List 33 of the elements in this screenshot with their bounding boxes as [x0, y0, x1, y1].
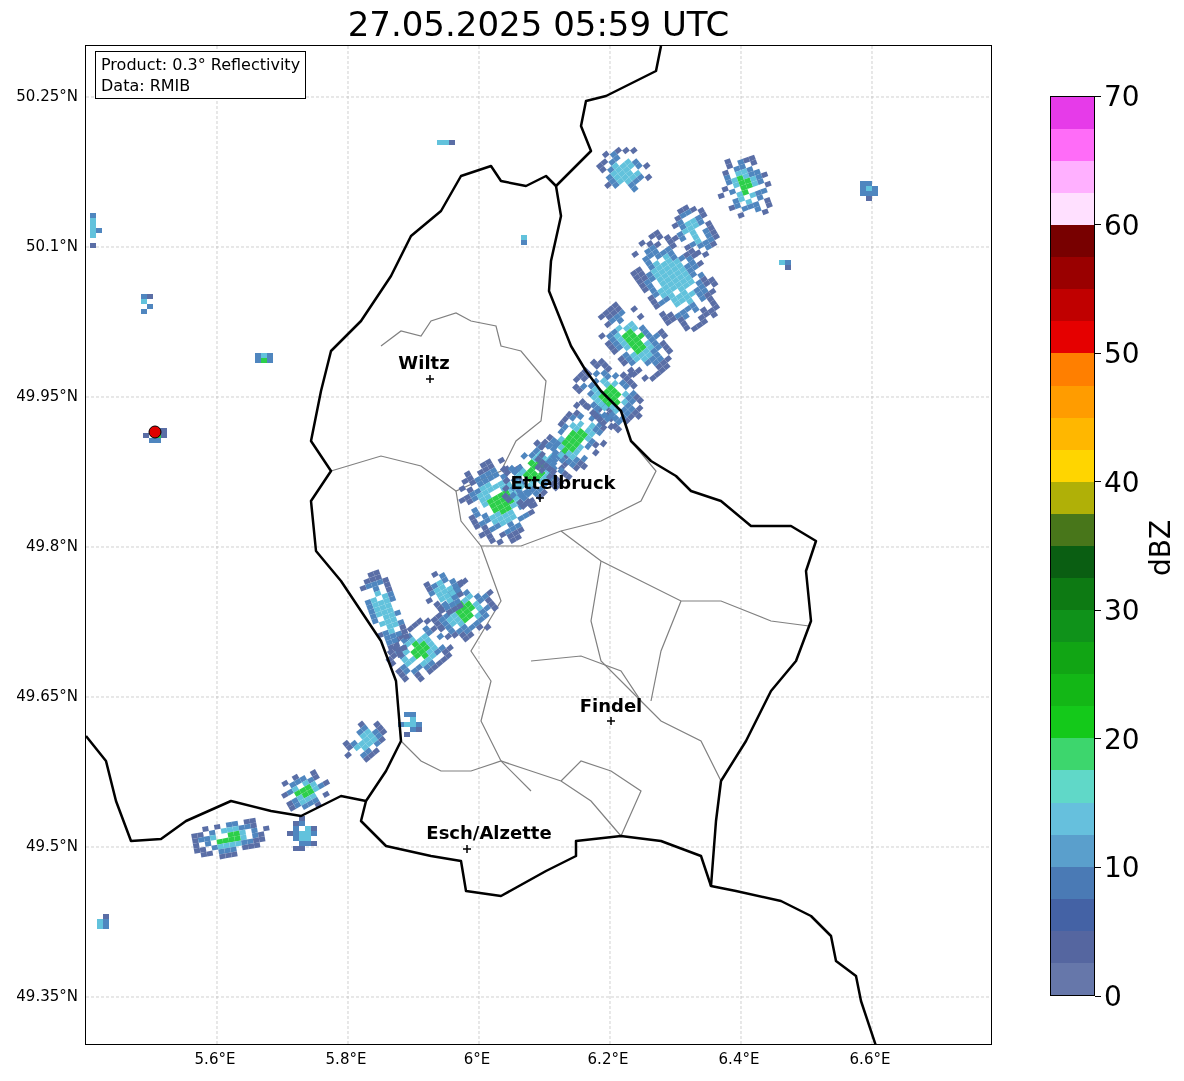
latitude-label: 49.5°N: [25, 837, 78, 855]
city-label: Esch/Alzette: [426, 822, 552, 843]
latitude-label: 50.25°N: [16, 87, 78, 105]
city-label: Wiltz: [398, 352, 450, 373]
scale-tick-label: 70: [1104, 79, 1140, 113]
scale-tick-label: 60: [1104, 208, 1140, 242]
latitude-label: 49.8°N: [25, 537, 78, 555]
scale-tick-label: 50: [1104, 336, 1140, 370]
city-marker-icon: [606, 716, 616, 726]
city-marker-icon: [425, 374, 435, 384]
longitude-label: 6.2°E: [587, 1050, 629, 1068]
scale-tick-label: 40: [1104, 465, 1140, 499]
city-label: Findel: [579, 695, 643, 716]
scale-tick-label: 0: [1104, 979, 1122, 1013]
latitude-label: 49.35°N: [16, 987, 78, 1005]
scale-tick-label: 30: [1104, 593, 1140, 627]
chart-title: 27.05.2025 05:59 UTC: [346, 4, 731, 44]
longitude-label: 6.6°E: [849, 1050, 891, 1068]
latitude-label: 49.65°N: [16, 687, 78, 705]
city-marker-icon: [462, 844, 472, 854]
info-text: Product: 0.3° Reflectivity: [101, 54, 301, 75]
longitude-label: 6.4°E: [718, 1050, 760, 1068]
longitude-label: 5.8°E: [325, 1050, 367, 1068]
longitude-label: 5.6°E: [194, 1050, 236, 1068]
longitude-label: 6°E: [463, 1050, 491, 1068]
city-marker-icon: [535, 493, 545, 503]
scale-tick-label: 20: [1104, 722, 1140, 756]
scale-tick-label: 10: [1104, 850, 1140, 884]
latitude-label: 49.95°N: [16, 387, 78, 405]
latitude-label: 50.1°N: [25, 237, 78, 255]
radar-site-icon: [148, 425, 162, 439]
info-text: Data: RMIB: [101, 75, 192, 96]
scale-axis-label: dBZ: [1143, 519, 1177, 577]
